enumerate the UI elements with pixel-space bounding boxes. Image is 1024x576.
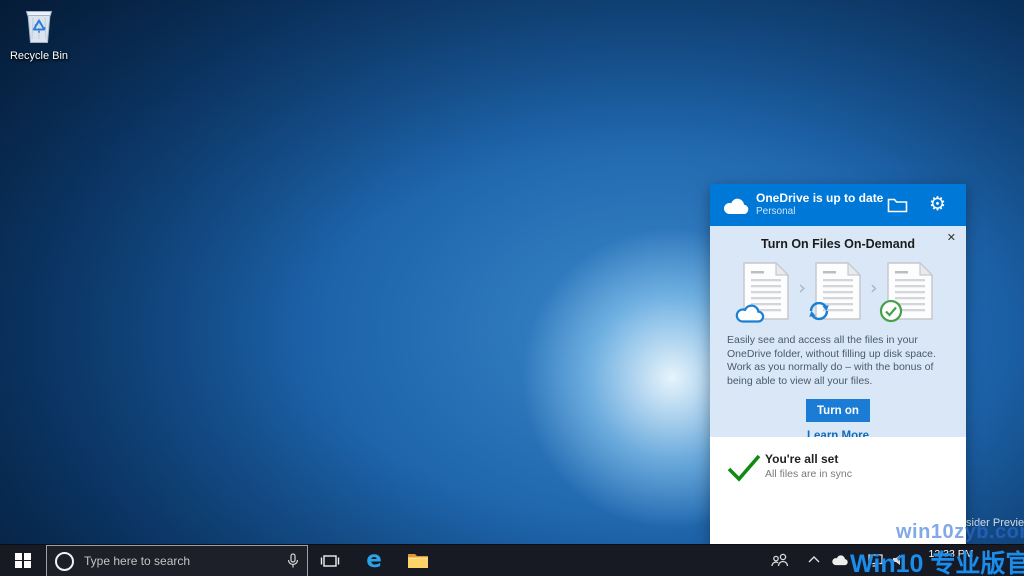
file-explorer-button[interactable] <box>396 545 440 576</box>
chevron-right-icon: › <box>870 277 878 299</box>
people-icon[interactable] <box>770 553 790 567</box>
show-hidden-icons-chevron[interactable] <box>808 556 820 563</box>
windows-logo-icon <box>15 552 31 569</box>
onedrive-tray-icon[interactable] <box>831 554 850 566</box>
cortana-icon <box>55 551 74 571</box>
onedrive-cloud-icon <box>724 198 749 214</box>
sync-badge-icon <box>809 301 829 321</box>
chevron-right-icon: › <box>798 277 806 299</box>
syncing-file-icon <box>809 261 862 321</box>
start-button[interactable] <box>0 545 46 576</box>
task-view-icon <box>320 554 340 567</box>
promo-description: Easily see and access all the files in y… <box>727 334 936 387</box>
synced-file-icon <box>879 261 934 323</box>
close-icon[interactable]: ✕ <box>945 229 958 246</box>
taskbar-search-box[interactable] <box>46 545 308 576</box>
check-badge-icon <box>879 299 902 323</box>
site-url-watermark: win10zyb.com <box>896 521 1024 543</box>
microphone-icon[interactable] <box>287 553 299 569</box>
edge-icon: e <box>366 547 382 573</box>
recycle-bin-icon <box>25 11 53 43</box>
recycle-bin-shortcut[interactable]: Recycle Bin <box>6 6 72 62</box>
green-check-icon <box>727 454 761 482</box>
onedrive-flyout: OneDrive is up to date Personal ⚙ ✕ Turn… <box>710 184 966 544</box>
clock-time: 12:33 PM <box>928 548 974 560</box>
cloud-file-icon <box>736 261 790 323</box>
turn-on-button[interactable]: Turn on <box>806 399 870 422</box>
settings-gear-button[interactable]: ⚙ <box>929 192 946 216</box>
recycle-bin-label: Recycle Bin <box>9 50 69 62</box>
onedrive-account-label: Personal <box>756 206 796 217</box>
onedrive-header: OneDrive is up to date Personal ⚙ <box>710 184 966 226</box>
search-input[interactable] <box>82 553 279 569</box>
onedrive-status-title: OneDrive is up to date <box>756 191 884 205</box>
taskbar-clock[interactable]: 12:33 PM <box>922 548 980 560</box>
volume-tray-icon[interactable] <box>892 554 906 566</box>
files-on-demand-promo: ✕ Turn On Files On-Demand › › Easily see… <box>710 226 966 442</box>
open-folder-button[interactable] <box>887 196 908 213</box>
cloud-badge-icon <box>736 304 765 323</box>
promo-title: Turn On Files On-Demand <box>761 237 915 251</box>
screen: Recycle Bin sider Preview OneDrive is up… <box>0 0 1024 576</box>
all-set-title: You're all set <box>765 452 839 466</box>
files-illustration: › › <box>710 261 966 323</box>
edge-browser-button[interactable]: e <box>352 545 396 576</box>
all-set-subtitle: All files are in sync <box>765 468 852 480</box>
file-explorer-icon <box>408 554 428 568</box>
display-tray-icon[interactable] <box>868 554 883 567</box>
taskbar: e <box>0 544 1024 576</box>
task-view-button[interactable] <box>308 545 352 576</box>
